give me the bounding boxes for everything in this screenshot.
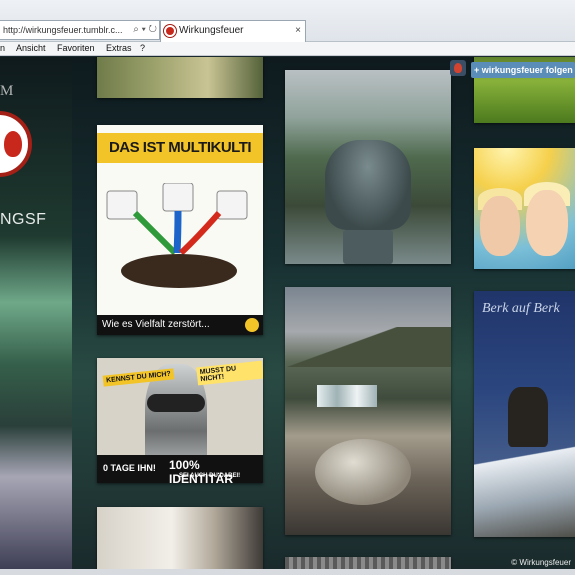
sidebar: M NGSF — [0, 57, 72, 569]
menu-bar: n Ansicht Favoriten Extras ? — [0, 42, 575, 56]
post-landscape-photo[interactable] — [285, 287, 451, 535]
menu-item-extras[interactable]: Extras — [106, 43, 132, 53]
waterfall-image — [317, 385, 377, 407]
post-urn-photo[interactable] — [285, 70, 451, 264]
post-ibex-art[interactable]: Berk auf Berk — [474, 291, 575, 537]
boulder-image — [315, 439, 411, 505]
post-caption-text: Wie es Vielfalt zerstört... — [102, 319, 210, 330]
address-controls-icon[interactable]: ⌕ ▾ ↻ — [133, 21, 157, 39]
close-tab-icon[interactable]: × — [295, 21, 301, 41]
sidebar-title-fragment: M — [0, 83, 14, 99]
copyright-credit: © Wirkungsfeuer — [511, 558, 571, 567]
post-bottom-left-text: 0 TAGE IHN! — [103, 463, 156, 473]
avatar[interactable] — [0, 111, 32, 177]
post-retro-women[interactable] — [474, 148, 575, 269]
ibex-image — [508, 387, 548, 447]
post-banner-text: DAS IST MULTIKULTI — [97, 133, 263, 163]
menu-item-view[interactable]: Ansicht — [16, 43, 46, 53]
post-image-top-left[interactable] — [97, 57, 263, 98]
post-multikulti[interactable]: DAS IST MULTIKULTI Wie es Vielfalt zerst… — [97, 125, 263, 335]
stone-urn-image — [325, 140, 411, 230]
post-statue-image[interactable] — [97, 507, 263, 569]
post-identitaer[interactable]: KENNST DU MICH? MUSST DU NICHT! 0 TAGE I… — [97, 358, 263, 483]
woman-face-image — [526, 190, 568, 256]
post-partial-bottom[interactable] — [285, 557, 451, 569]
blog-name[interactable]: NGSF — [0, 211, 46, 229]
follow-button[interactable]: + wirkungsfeuer folgen — [471, 62, 575, 78]
goggles-image — [147, 394, 205, 412]
menu-item-favorites[interactable]: Favoriten — [57, 43, 95, 53]
snowy-ridge-image — [474, 441, 575, 537]
tab-wirkungsfeuer[interactable]: Wirkungsfeuer × — [160, 20, 306, 42]
tumblr-icon[interactable] — [450, 60, 466, 76]
address-text: http://wirkungsfeuer.tumblr.c... — [3, 25, 123, 35]
woman-face-image — [480, 196, 520, 256]
urn-pedestal-image — [343, 230, 393, 264]
tab-title: Wirkungsfeuer — [179, 25, 244, 36]
post-caption: Wie es Vielfalt zerstört... — [97, 315, 263, 335]
post-feed: DAS IST MULTIKULTI Wie es Vielfalt zerst… — [72, 57, 575, 569]
post-script-text: Berk auf Berk — [482, 301, 560, 316]
tumblr-favicon-icon — [164, 25, 176, 37]
lambda-symbol-icon — [245, 318, 259, 332]
browser-chrome: http://wirkungsfeuer.tumblr.c... ⌕ ▾ ↻ W… — [0, 0, 575, 42]
address-bar[interactable]: http://wirkungsfeuer.tumblr.c... ⌕ ▾ ↻ — [0, 20, 160, 40]
tumblr-page: M NGSF DAS IST MULTIKULTI Wie es Vielfal… — [0, 57, 575, 569]
post-bottom-bar: 0 TAGE IHN! 100% IDENTITÄR SEI AUCH DU D… — [97, 455, 263, 483]
mountain-image — [285, 327, 451, 367]
post-bottom-subtext: SEI AUCH DU DABEI! — [179, 473, 241, 479]
post-tag-answer: MUSST DU NICHT! — [196, 360, 263, 386]
status-bar — [0, 569, 575, 575]
menu-item-help[interactable]: ? — [140, 43, 145, 53]
menu-item-file[interactable]: n — [0, 43, 5, 53]
post-bottom-right-text: 100% IDENTITÄR — [169, 458, 233, 483]
paint-cups-illustration — [106, 183, 248, 288]
